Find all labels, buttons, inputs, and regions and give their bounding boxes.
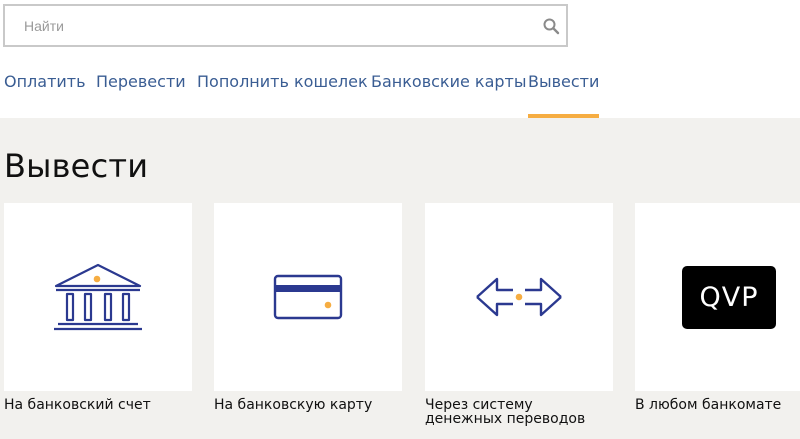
- withdraw-option-any-atm[interactable]: QVP В любом банкомате: [635, 203, 800, 412]
- bank-icon: [54, 263, 142, 331]
- nav-item-top-up-wallet[interactable]: Пополнить кошелек: [197, 62, 368, 118]
- credit-card-icon: [273, 274, 343, 320]
- search-icon[interactable]: [542, 17, 560, 35]
- card-tile: [425, 203, 613, 391]
- card-label: Через систему денежных переводов: [425, 397, 586, 427]
- nav-item-transfer[interactable]: Перевести: [96, 62, 186, 118]
- search-input[interactable]: [5, 6, 566, 45]
- card-label: На банковскую карту: [214, 397, 373, 413]
- qvp-logo: QVP: [682, 266, 776, 329]
- top-nav: Оплатить Перевести Пополнить кошелек Бан…: [0, 62, 800, 118]
- card-tile: [214, 203, 402, 391]
- nav-item-withdraw[interactable]: Вывести: [528, 62, 600, 118]
- card-tile: QVP: [635, 203, 800, 391]
- card-label: В любом банкомате: [635, 397, 782, 413]
- card-label: На банковский счет: [4, 397, 151, 413]
- page-title: Вывести: [4, 147, 149, 185]
- transfer-arrows-icon: [476, 277, 562, 317]
- nav-item-pay[interactable]: Оплатить: [4, 62, 86, 118]
- withdraw-option-bank-card[interactable]: На банковскую карту: [214, 203, 402, 412]
- main-content: Вывести На банковский счет На банковскую…: [0, 118, 800, 439]
- card-tile: [4, 203, 192, 391]
- withdraw-option-bank-account[interactable]: На банковский счет: [4, 203, 192, 412]
- search-box: [3, 4, 568, 47]
- withdraw-option-money-transfer-system[interactable]: Через систему денежных переводов: [425, 203, 613, 426]
- nav-item-bank-cards[interactable]: Банковские карты: [371, 62, 527, 118]
